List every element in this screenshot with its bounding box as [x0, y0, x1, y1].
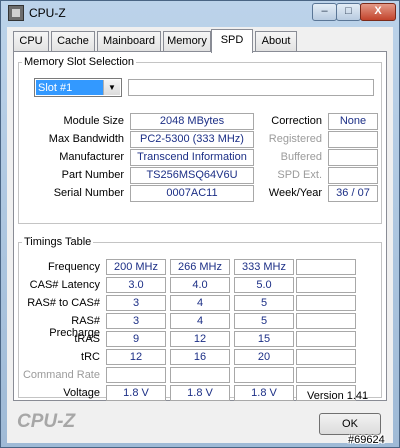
timing-cell: 333 MHz: [234, 259, 294, 275]
client-area: CPU Cache Mainboard Memory SPD About Mem…: [7, 27, 393, 443]
week-year-label: Week/Year: [268, 187, 322, 199]
slot-select[interactable]: Slot #1 ▼: [34, 78, 122, 97]
timing-label: RAS# to CAS#: [27, 297, 100, 309]
timing-cell: 4.0: [170, 277, 230, 293]
ok-button[interactable]: OK: [319, 413, 381, 435]
buffered-label: Buffered: [280, 151, 322, 163]
timing-cell: 12: [106, 349, 166, 365]
timing-cell: [296, 349, 356, 365]
timing-cell: 4: [170, 295, 230, 311]
registered-label: Registered: [268, 133, 322, 145]
timing-cell: 16: [170, 349, 230, 365]
title-bar[interactable]: CPU-Z – □ X: [1, 1, 399, 25]
watermark-text: #69624: [348, 434, 385, 446]
timing-label: CAS# Latency: [29, 279, 100, 291]
max-bandwidth-value: PC2-5300 (333 MHz): [130, 131, 254, 148]
cpuz-app-icon: [8, 5, 24, 21]
timing-cell: 1.8 V: [234, 385, 294, 401]
timing-cell: 4: [170, 313, 230, 329]
memory-type-field: [128, 79, 374, 96]
timing-cell: 200 MHz: [106, 259, 166, 275]
timing-cell: 3: [106, 313, 166, 329]
timing-label: tRC: [81, 351, 100, 363]
timing-cell: [170, 367, 230, 383]
timing-cell: [106, 367, 166, 383]
slot-select-value: Slot #1: [36, 80, 103, 95]
part-number-value: TS256MSQ64V6U: [130, 167, 254, 184]
timing-cell: [296, 367, 356, 383]
timing-cell: 15: [234, 331, 294, 347]
spd-tab-panel: Memory Slot Selection Slot #1 ▼ Module S…: [13, 51, 387, 401]
timing-cell: [296, 313, 356, 329]
max-bandwidth-label: Max Bandwidth: [48, 133, 124, 145]
timing-cell: [234, 367, 294, 383]
serial-number-label: Serial Number: [53, 187, 124, 199]
chevron-down-icon[interactable]: ▼: [103, 80, 120, 95]
timing-cell: 1.8 V: [106, 385, 166, 401]
timing-cell: 9: [106, 331, 166, 347]
tab-cpu[interactable]: CPU: [13, 31, 49, 51]
registered-value: [328, 131, 378, 148]
part-number-label: Part Number: [61, 169, 124, 181]
buffered-value: [328, 149, 378, 166]
tab-about[interactable]: About: [255, 31, 297, 51]
minimize-button[interactable]: –: [312, 3, 337, 21]
cpuz-window: CPU-Z – □ X CPU Cache Mainboard Memory S…: [0, 0, 400, 448]
correction-label: Correction: [271, 115, 322, 127]
timing-cell: 5: [234, 295, 294, 311]
version-label: Version 1.41: [307, 390, 369, 402]
window-title: CPU-Z: [29, 6, 66, 20]
spd-ext-value: [328, 167, 378, 184]
close-button[interactable]: X: [360, 3, 396, 21]
tab-spd[interactable]: SPD: [211, 29, 253, 53]
timing-cell: [296, 259, 356, 275]
timing-label: Voltage: [63, 387, 100, 399]
tab-mainboard[interactable]: Mainboard: [97, 31, 161, 51]
timing-cell: 5.0: [234, 277, 294, 293]
timing-cell: 5: [234, 313, 294, 329]
serial-number-value: 0007AC11: [130, 185, 254, 202]
tab-memory[interactable]: Memory: [163, 31, 211, 51]
module-size-value: 2048 MBytes: [130, 113, 254, 130]
timing-label: Command Rate: [22, 369, 100, 381]
timing-cell: 12: [170, 331, 230, 347]
memory-slot-group-label: Memory Slot Selection: [22, 56, 137, 68]
timing-cell: [296, 277, 356, 293]
timing-cell: 20: [234, 349, 294, 365]
correction-value: None: [328, 113, 378, 130]
timings-group-label: Timings Table: [22, 236, 94, 248]
timing-cell: 3.0: [106, 277, 166, 293]
module-size-label: Module Size: [63, 115, 124, 127]
spd-ext-label: SPD Ext.: [277, 169, 322, 181]
timing-cell: 3: [106, 295, 166, 311]
manufacturer-label: Manufacturer: [59, 151, 124, 163]
tab-cache[interactable]: Cache: [51, 31, 95, 51]
timing-cell: [296, 331, 356, 347]
timing-cell: [296, 295, 356, 311]
cpuz-logo: CPU-Z: [17, 411, 76, 432]
timing-label: Frequency: [48, 261, 100, 273]
timing-label: tRAS: [74, 333, 100, 345]
week-year-value: 36 / 07: [328, 185, 378, 202]
maximize-button[interactable]: □: [336, 3, 361, 21]
timing-cell: 1.8 V: [170, 385, 230, 401]
timing-cell: 266 MHz: [170, 259, 230, 275]
manufacturer-value: Transcend Information: [130, 149, 254, 166]
